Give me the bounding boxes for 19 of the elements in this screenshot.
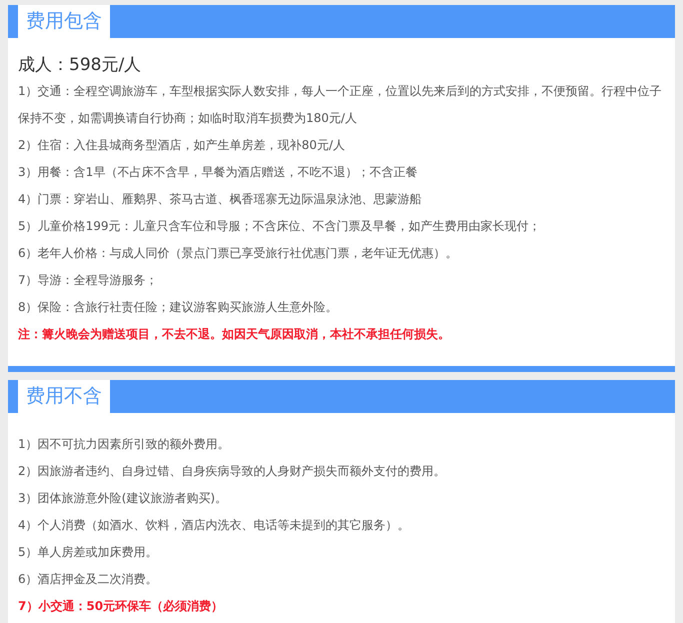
fee-item: 1）因不可抗力因素所引致的额外费用。: [18, 436, 231, 453]
section-title: 费用不含: [18, 380, 110, 413]
note-text: 7）小交通：50元环保车（必须消费）: [18, 598, 224, 615]
fee-item: 4）门票：穿岩山、雁鹅界、茶马古道、枫香瑶寨无边际温泉泳池、思蒙游船: [18, 191, 423, 208]
fee-item: 1）交通：全程空调旅游车，车型根据实际人数安排，每人一个正座，位置以先来后到的方式安排，不便预留。行程中位子保持不变，如需调换请自行协商；如临时取消车损费为180元/人: [18, 83, 663, 127]
fee-item: 7）导游：全程导游服务；: [18, 272, 159, 289]
fee-item: 4）个人消费（如酒水、饮料，酒店内洗衣、电话等未提到的其它服务）。: [18, 517, 411, 534]
fee-item: 2）住宿：入住县城商务型酒店，如产生单房差，现补80元/人: [18, 137, 346, 154]
fee-item: 8）保险：含旅行社责任险；建议游客购买旅游人生意外险。: [18, 299, 339, 316]
fee-item: 5）单人房差或加床费用。: [18, 544, 159, 561]
fee-item: 3）团体旅游意外险(建议旅游者购买)。: [18, 490, 228, 507]
adult-price: 成人：598元/人: [18, 54, 142, 77]
fee-item: 6）老年人价格：与成人同价（景点门票已享受旅行社优惠门票，老年证无优惠）。: [18, 245, 459, 262]
fee-item: 5）儿童价格199元：儿童只含车位和导服；不含床位、不含门票及早餐，如产生费用由家长现付；: [18, 218, 542, 235]
fee-item: 6）酒店押金及二次消费。: [18, 571, 159, 588]
note-text: 注：篝火晚会为赠送项目，不去不退。如因天气原因取消，本社不承担任何损失。: [18, 326, 451, 343]
section-title: 费用包含: [18, 5, 110, 38]
fee-item: 2）因旅游者违约、自身过错、自身疾病导致的人身财产损失而额外支付的费用。: [18, 463, 447, 480]
fee-item: 3）用餐：含1早（不占床不含早，早餐为酒店赠送，不吃不退）；不含正餐: [18, 164, 418, 181]
